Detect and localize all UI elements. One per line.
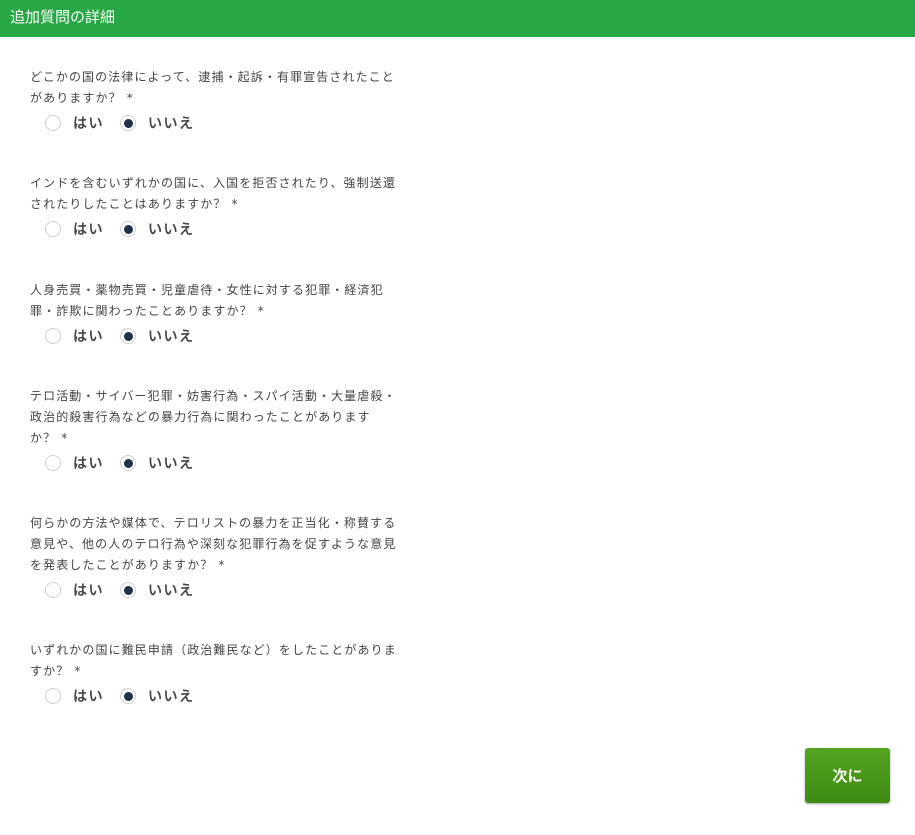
option-yes-label: はい (73, 456, 104, 472)
radio-no[interactable] (120, 328, 136, 344)
question-text: テロ活動・サイバー犯罪・妨害行為・スパイ活動・大量虐殺・ 政治的殺害行為などの暴… (30, 389, 397, 445)
page-title: 追加質問の詳細 (10, 8, 116, 26)
radio-yes[interactable] (45, 582, 61, 598)
radio-group: はい いいえ (30, 579, 435, 601)
option-no[interactable]: いいえ (120, 326, 195, 346)
radio-group: はい いいえ (30, 325, 435, 347)
question-text: どこかの国の法律によって、逮捕・起訴・有罪宣告されたこと がありますか？ * (30, 70, 395, 105)
radio-yes[interactable] (45, 455, 61, 471)
radio-no[interactable] (120, 221, 136, 237)
option-no-label: いいえ (148, 116, 195, 132)
next-button[interactable]: 次に (805, 748, 890, 803)
required-mark: * (126, 91, 134, 105)
question-4: テロ活動・サイバー犯罪・妨害行為・スパイ活動・大量虐殺・ 政治的殺害行為などの暴… (30, 386, 435, 474)
option-no-label: いいえ (148, 583, 195, 599)
radio-no[interactable] (120, 455, 136, 471)
option-yes[interactable]: はい (45, 219, 104, 239)
question-1: どこかの国の法律によって、逮捕・起訴・有罪宣告されたこと がありますか？ * はい… (30, 67, 435, 134)
required-mark: * (218, 558, 226, 572)
option-yes[interactable]: はい (45, 453, 104, 473)
question-text: 人身売買・薬物売買・児童虐待・女性に対する犯罪・経済犯 罪・詐欺に関わったことあ… (30, 283, 384, 318)
option-no[interactable]: いいえ (120, 453, 195, 473)
question-text: 何らかの方法や媒体で、テロリストの暴力を正当化・称賛する 意見や、他の人のテロ行… (30, 516, 397, 572)
option-no-label: いいえ (148, 222, 195, 238)
option-yes-label: はい (73, 116, 104, 132)
option-yes[interactable]: はい (45, 686, 104, 706)
page-header: 追加質問の詳細 (0, 0, 915, 37)
option-yes-label: はい (73, 689, 104, 705)
option-yes-label: はい (73, 222, 104, 238)
radio-group: はい いいえ (30, 112, 435, 134)
radio-yes[interactable] (45, 221, 61, 237)
radio-group: はい いいえ (30, 685, 435, 707)
option-no[interactable]: いいえ (120, 113, 195, 133)
radio-yes[interactable] (45, 328, 61, 344)
option-yes[interactable]: はい (45, 113, 104, 133)
question-2: インドを含むいずれかの国に、入国を拒否されたり、強制送還 されたりしたことはあり… (30, 173, 435, 240)
option-no[interactable]: いいえ (120, 219, 195, 239)
question-text: インドを含むいずれかの国に、入国を拒否されたり、強制送還 されたりしたことはあり… (30, 176, 396, 211)
radio-no[interactable] (120, 582, 136, 598)
radio-group: はい いいえ (30, 452, 435, 474)
option-no[interactable]: いいえ (120, 686, 195, 706)
radio-no[interactable] (120, 115, 136, 131)
option-yes[interactable]: はい (45, 326, 104, 346)
question-text: いずれかの国に難民申請（政治難民など）をしたことがありま すか？ * (30, 643, 397, 678)
question-3: 人身売買・薬物売買・児童虐待・女性に対する犯罪・経済犯 罪・詐欺に関わったことあ… (30, 280, 435, 347)
option-no-label: いいえ (148, 329, 195, 345)
option-yes-label: はい (73, 583, 104, 599)
option-no-label: いいえ (148, 689, 195, 705)
option-no-label: いいえ (148, 456, 195, 472)
option-yes[interactable]: はい (45, 580, 104, 600)
question-6: いずれかの国に難民申請（政治難民など）をしたことがありま すか？ * はい いいえ (30, 640, 435, 707)
option-yes-label: はい (73, 329, 104, 345)
required-mark: * (231, 197, 239, 211)
radio-yes[interactable] (45, 115, 61, 131)
radio-group: はい いいえ (30, 218, 435, 240)
required-mark: * (61, 431, 69, 445)
option-no[interactable]: いいえ (120, 580, 195, 600)
required-mark: * (74, 664, 82, 678)
radio-yes[interactable] (45, 688, 61, 704)
required-mark: * (257, 304, 265, 318)
radio-no[interactable] (120, 688, 136, 704)
question-5: 何らかの方法や媒体で、テロリストの暴力を正当化・称賛する 意見や、他の人のテロ行… (30, 513, 435, 601)
